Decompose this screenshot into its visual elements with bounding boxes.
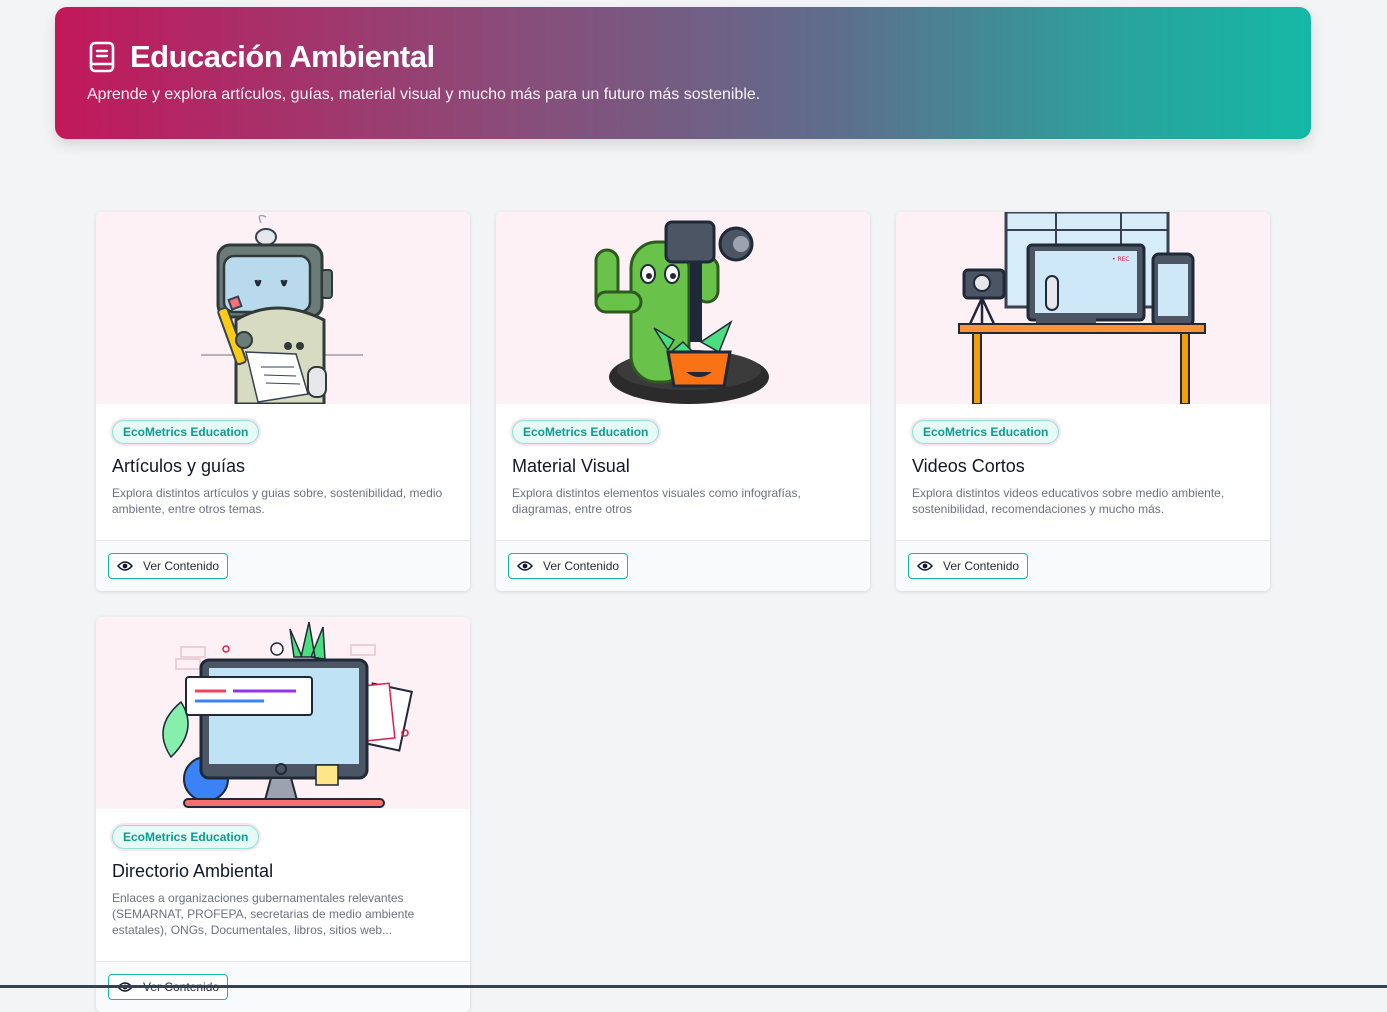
- card-title: Directorio Ambiental: [112, 861, 274, 881]
- card-description: Explora distintos videos educativos sobr…: [912, 486, 1225, 516]
- card-visual-material: EcoMetrics Education Material Visual Exp…: [496, 212, 870, 591]
- card-title: Videos Cortos: [912, 456, 1025, 476]
- header-title-row: Educación Ambiental: [88, 39, 435, 75]
- category-badge: EcoMetrics Education: [112, 420, 260, 444]
- view-content-label: Ver Contenido: [943, 559, 1020, 573]
- eye-icon: [517, 558, 533, 574]
- robot-writing-illustration: [96, 212, 470, 404]
- computer-desk-illustration: [96, 617, 470, 809]
- rec-label: • REC: [1112, 256, 1130, 263]
- view-content-button[interactable]: Ver Contenido: [908, 553, 1029, 579]
- card-articles: EcoMetrics Education Artículos y guías E…: [96, 212, 470, 591]
- eye-icon: [117, 558, 133, 574]
- video-studio-illustration: • REC: [896, 212, 1270, 404]
- category-badge: EcoMetrics Education: [112, 825, 260, 849]
- card-title: Material Visual: [512, 456, 630, 476]
- view-content-label: Ver Contenido: [143, 559, 220, 573]
- card-description: Enlaces a organizaciones gubernamentales…: [112, 891, 415, 937]
- view-content-button[interactable]: Ver Contenido: [108, 553, 229, 579]
- page-subtitle: Aprende y explora artículos, guías, mate…: [87, 86, 761, 103]
- card-description: Explora distintos elementos visuales com…: [512, 486, 801, 516]
- card-short-videos: • REC EcoMetrics Education Videos Cortos…: [896, 212, 1270, 591]
- card-footer: Ver Contenido: [896, 540, 1270, 591]
- page-title: Educación Ambiental: [130, 39, 435, 74]
- view-content-button[interactable]: Ver Contenido: [508, 553, 629, 579]
- card-environmental-directory: EcoMetrics Education Directorio Ambienta…: [96, 617, 470, 1012]
- card-title: Artículos y guías: [112, 456, 246, 476]
- category-badge: EcoMetrics Education: [512, 420, 660, 444]
- card-footer: Ver Contenido: [496, 540, 870, 591]
- cactus-camera-illustration: [496, 212, 870, 404]
- view-content-label: Ver Contenido: [543, 559, 620, 573]
- card-description: Explora distintos artículos y guias sobr…: [112, 486, 443, 516]
- book-icon: [88, 41, 116, 73]
- card-footer: Ver Contenido: [96, 540, 470, 591]
- eye-icon: [917, 558, 933, 574]
- category-badge: EcoMetrics Education: [912, 420, 1060, 444]
- page-header-banner: Educación Ambiental Aprende y explora ar…: [55, 7, 1311, 139]
